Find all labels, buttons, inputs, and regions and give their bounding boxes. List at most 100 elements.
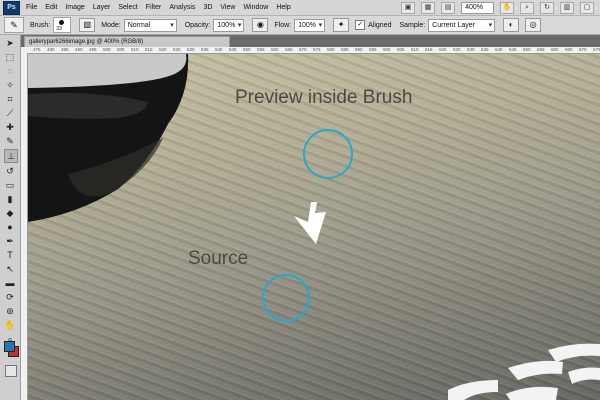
- menu-analysis[interactable]: Analysis: [169, 4, 195, 11]
- ruler-tick-label: 665: [565, 47, 573, 52]
- ruler-tick-label: 595: [369, 47, 377, 52]
- dodge-tool-icon[interactable]: ●: [4, 221, 16, 233]
- menu-3d[interactable]: 3D: [203, 4, 212, 11]
- brush-tool-icon[interactable]: ✎: [4, 135, 16, 147]
- menu-image[interactable]: Image: [65, 4, 84, 11]
- pressure-size-icon[interactable]: ◎: [525, 18, 542, 32]
- opacity-label: Opacity:: [184, 21, 211, 29]
- blur-tool-icon[interactable]: ◆: [4, 207, 16, 219]
- flow-field[interactable]: 100%: [294, 18, 326, 32]
- menu-window[interactable]: Window: [243, 4, 268, 11]
- aligned-checkbox[interactable]: ✓: [355, 20, 366, 30]
- ruler-tick-label: 620: [439, 47, 447, 52]
- pen-tool-icon[interactable]: ✒: [4, 235, 16, 247]
- menu-layer[interactable]: Layer: [93, 4, 111, 11]
- ruler-tick-label: 500: [103, 47, 111, 52]
- ruler-tick-label: 660: [551, 47, 559, 52]
- ruler-tick-label: 635: [481, 47, 489, 52]
- menu-bar: Ps File Edit Image Layer Select Filter A…: [0, 0, 600, 16]
- ruler-tick-label: 560: [271, 47, 279, 52]
- ruler-tick-label: 625: [453, 47, 461, 52]
- 3d-rotate-tool-icon[interactable]: ⟳: [4, 291, 16, 303]
- ruler-tick-label: 545: [229, 47, 237, 52]
- quick-mask-icon[interactable]: [5, 365, 17, 377]
- bridge-icon[interactable]: ▣: [401, 1, 416, 14]
- type-tool-icon[interactable]: T: [4, 249, 16, 261]
- ruler-tick-label: 530: [187, 47, 195, 52]
- arrange-documents-icon[interactable]: ▥: [560, 1, 574, 14]
- clone-stamp-tool-icon[interactable]: ⊥: [4, 149, 18, 163]
- history-brush-tool-icon[interactable]: ↺: [4, 165, 16, 177]
- 3d-orbit-tool-icon[interactable]: ⊚: [4, 305, 16, 317]
- aligned-label: Aligned: [368, 21, 392, 29]
- ruler-tick-label: 640: [495, 47, 503, 52]
- shape-tool-icon[interactable]: ▬: [4, 277, 16, 289]
- sample-select[interactable]: Current Layer: [428, 18, 496, 32]
- ruler-tick-label: 575: [313, 47, 321, 52]
- sample-label: Sample:: [399, 21, 426, 29]
- quick-selection-tool-icon[interactable]: ✧: [4, 79, 16, 91]
- gradient-tool-icon[interactable]: ▮: [4, 193, 16, 205]
- zoom-icon[interactable]: ⌕: [520, 1, 534, 14]
- ruler-tick-label: 480: [47, 47, 55, 52]
- mini-bridge-icon[interactable]: ▦: [421, 1, 436, 14]
- brush-picker[interactable]: 33: [53, 17, 72, 33]
- eraser-tool-icon[interactable]: ▭: [4, 179, 16, 191]
- ruler-tick-label: 540: [215, 47, 223, 52]
- source-annotation-label: Source: [188, 248, 249, 269]
- brush-tip-icon: [59, 20, 65, 25]
- eyedropper-tool-icon[interactable]: ⟋: [4, 107, 16, 119]
- ruler-tick-label: 645: [509, 47, 517, 52]
- airbrush-icon[interactable]: ✦: [333, 18, 350, 32]
- path-selection-tool-icon[interactable]: ↖: [4, 263, 16, 275]
- screen-mode-icon[interactable]: ▢: [580, 1, 594, 14]
- ignore-adjustment-layers-icon[interactable]: ◐: [503, 18, 520, 32]
- foreground-color-swatch[interactable]: [4, 341, 15, 352]
- tool-preset-picker[interactable]: ✎: [4, 17, 24, 33]
- ruler-tick-label: 525: [173, 47, 181, 52]
- ruler-tick-label: 490: [75, 47, 83, 52]
- menu-select[interactable]: Select: [118, 4, 137, 11]
- ruler-tick-label: 615: [425, 47, 433, 52]
- view-extras-icon[interactable]: ▤: [441, 1, 456, 14]
- ruler-tick-label: 475: [33, 47, 41, 52]
- pressure-opacity-icon[interactable]: ◉: [252, 18, 269, 32]
- ruler-tick-label: 555: [257, 47, 265, 52]
- menu-filter[interactable]: Filter: [146, 4, 162, 11]
- hand-icon[interactable]: ✋: [500, 1, 514, 14]
- mode-label: Mode:: [101, 21, 121, 29]
- opacity-field[interactable]: 100%: [213, 18, 245, 32]
- move-tool-icon[interactable]: ➤: [4, 37, 16, 49]
- ruler-tick-label: 600: [383, 47, 391, 52]
- hand-tool-icon[interactable]: ✋: [4, 319, 16, 331]
- ruler-tick-label: 485: [61, 47, 69, 52]
- zoom-level-select[interactable]: 400%: [461, 1, 494, 14]
- healing-brush-tool-icon[interactable]: ✚: [4, 121, 16, 133]
- crop-tool-icon[interactable]: ⌗: [4, 93, 16, 105]
- menu-file[interactable]: File: [26, 4, 37, 11]
- road-paint-markings: [448, 343, 600, 400]
- menu-help[interactable]: Help: [276, 4, 290, 11]
- ruler-tick-label: 505: [117, 47, 125, 52]
- preview-annotation-label: Preview inside Brush: [235, 87, 413, 108]
- flow-label: Flow:: [274, 21, 292, 29]
- marquee-tool-icon[interactable]: ⬚: [4, 51, 16, 63]
- ruler-tick-label: 565: [285, 47, 293, 52]
- rotate-view-icon[interactable]: ↻: [540, 1, 554, 14]
- lasso-tool-icon[interactable]: ◌: [4, 65, 16, 77]
- ruler-tick-label: 535: [201, 47, 209, 52]
- ruler-tick-label: 610: [411, 47, 419, 52]
- options-bar: ✎ Brush: 33 ▨ Mode: Normal Opacity: 100%…: [0, 16, 600, 35]
- ruler-tick-label: 670: [579, 47, 587, 52]
- menu-edit[interactable]: Edit: [45, 4, 57, 11]
- ruler-tick-label: 655: [537, 47, 545, 52]
- mode-select[interactable]: Normal: [123, 18, 177, 32]
- ruler-tick-label: 590: [355, 47, 363, 52]
- menu-view[interactable]: View: [220, 4, 235, 11]
- ruler-tick-label: 570: [299, 47, 307, 52]
- document-canvas[interactable]: Preview inside Brush Source: [28, 54, 600, 400]
- ruler-tick-label: 495: [89, 47, 97, 52]
- horizontal-ruler: 475 480 485 490 495 500 505 510 515 520 525 530 535 5…: [21, 47, 600, 54]
- clone-source-panel-icon[interactable]: ▨: [79, 18, 96, 32]
- photoshop-logo: Ps: [3, 0, 20, 15]
